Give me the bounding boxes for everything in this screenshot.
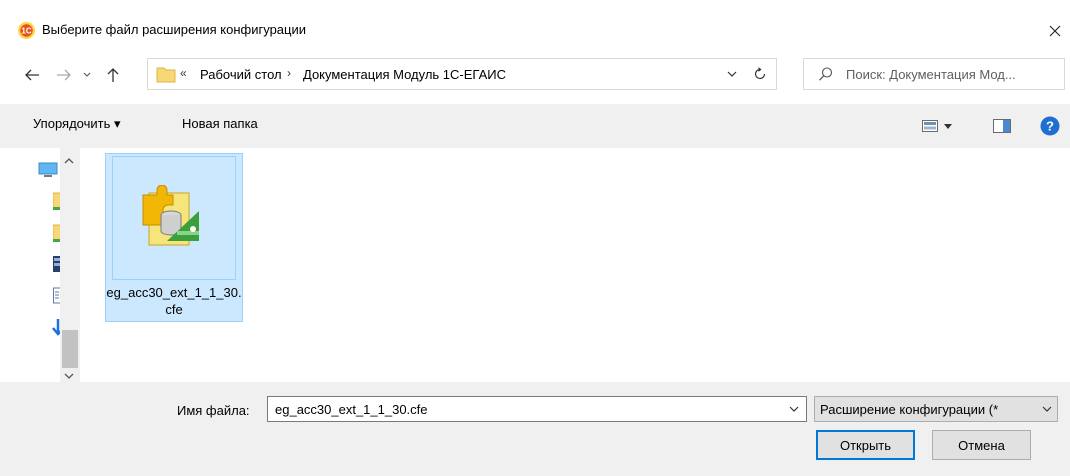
- chevron-down-icon: [727, 71, 737, 77]
- chevron-down-icon: [1042, 406, 1052, 412]
- help-icon: ?: [1040, 116, 1060, 136]
- new-folder-button[interactable]: Новая папка: [182, 116, 258, 131]
- overflow-chevron[interactable]: «: [180, 66, 187, 80]
- scroll-down-icon[interactable]: [64, 367, 74, 382]
- file-name-label: eg_acc30_ext_1_1_30.cfe: [106, 285, 242, 317]
- breadcrumb-desktop[interactable]: Рабочий стол: [200, 67, 282, 82]
- file-type-dropdown[interactable]: [1037, 400, 1057, 418]
- help-button[interactable]: ?: [1039, 115, 1061, 137]
- file-name-label: Имя файла:: [177, 403, 250, 418]
- folder-icon: [156, 65, 176, 83]
- cancel-button[interactable]: Отмена: [932, 430, 1031, 460]
- title-bar: 1C Выберите файл расширения конфигурации: [0, 0, 1070, 58]
- command-bar: Упорядочить ▾ Новая папка ?: [0, 104, 1070, 148]
- view-options-button[interactable]: [922, 116, 964, 136]
- close-button[interactable]: [1040, 16, 1070, 46]
- 1c-extension-file-icon: [142, 185, 199, 246]
- svg-text:1C: 1C: [21, 27, 31, 36]
- preview-pane-icon: [993, 119, 1011, 133]
- chevron-down-icon: [83, 72, 91, 77]
- dialog-footer: Имя файла: eg_acc30_ext_1_1_30.cfe Расши…: [0, 382, 1070, 476]
- close-icon: [1049, 25, 1061, 37]
- breadcrumb-separator[interactable]: ›: [287, 66, 291, 80]
- search-input[interactable]: Поиск: Документация Мод...: [803, 58, 1065, 90]
- file-name-input[interactable]: eg_acc30_ext_1_1_30.cfe: [267, 396, 807, 422]
- organize-button[interactable]: Упорядочить ▾: [33, 116, 121, 132]
- recent-locations-button[interactable]: [78, 62, 96, 88]
- refresh-icon: [754, 67, 766, 80]
- file-item[interactable]: eg_acc30_ext_1_1_30.cfe: [105, 153, 243, 322]
- chevron-down-icon: [944, 123, 952, 129]
- this-pc-icon[interactable]: [38, 162, 58, 181]
- preview-pane-button[interactable]: [991, 116, 1013, 136]
- file-name-value: eg_acc30_ext_1_1_30.cfe: [275, 402, 428, 417]
- svg-text:?: ?: [1046, 119, 1054, 134]
- open-button[interactable]: Открыть: [816, 430, 915, 460]
- address-history-dropdown[interactable]: [722, 64, 742, 84]
- file-type-select[interactable]: Расширение конфигурации (*: [814, 396, 1058, 422]
- chevron-down-icon: [789, 406, 799, 412]
- scrollbar-thumb[interactable]: [62, 330, 78, 368]
- search-placeholder: Поиск: Документация Мод...: [846, 67, 1016, 82]
- forward-button[interactable]: [52, 62, 76, 88]
- up-button[interactable]: [101, 62, 125, 88]
- back-button[interactable]: [20, 62, 44, 88]
- scroll-up-icon[interactable]: [64, 152, 74, 167]
- file-name-dropdown[interactable]: [784, 400, 804, 418]
- refresh-button[interactable]: [748, 63, 772, 85]
- search-icon: [818, 66, 834, 85]
- file-type-value: Расширение конфигурации (*: [820, 402, 999, 417]
- window-title: Выберите файл расширения конфигурации: [42, 22, 306, 37]
- arrow-right-icon: [57, 69, 71, 81]
- arrow-up-icon: [107, 68, 119, 82]
- view-mode-icon: [922, 120, 938, 132]
- address-bar[interactable]: « Рабочий стол › Документация Модуль 1С-…: [147, 58, 777, 90]
- file-thumbnail: [112, 156, 236, 280]
- arrow-left-icon: [25, 69, 39, 81]
- 1c-logo-icon: 1C: [18, 22, 35, 39]
- breadcrumb-current-folder[interactable]: Документация Модуль 1С-ЕГАИС: [303, 67, 506, 82]
